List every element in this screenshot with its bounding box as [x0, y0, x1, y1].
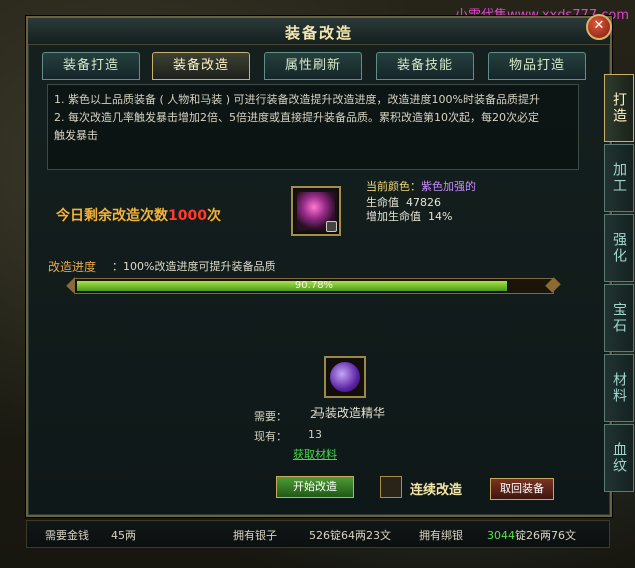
progress-text: 90.78% [294, 280, 334, 291]
lock-icon [326, 221, 337, 232]
info-line-2: 2. 每次改造几率触发暴击增加2倍、5倍进度或直接提升装备品质。累积改造第10次… [54, 111, 539, 124]
material-slot[interactable] [324, 356, 366, 398]
equipment-slot[interactable] [291, 186, 341, 236]
color-label: 当前颜色：紫色加强的 [366, 180, 476, 193]
gold-required-value: 45两 [111, 529, 136, 542]
hp-bonus-stat: 增加生命值 14% [366, 210, 453, 223]
info-line-1: 1. 紫色以上品质装备 ( 人物和马装 ) 可进行装备改造提升改造进度，改造进度… [54, 93, 541, 106]
window-title: 装备改造 [284, 24, 353, 42]
start-upgrade-button[interactable]: 开始改造 [276, 476, 354, 498]
retrieve-equipment-button[interactable]: 取回装备 [490, 478, 554, 500]
tab-attribute-refresh[interactable]: 属性刷新 [264, 52, 362, 80]
silver-value: 526锭64两23文 [309, 529, 391, 542]
continuous-upgrade-checkbox[interactable] [380, 476, 402, 498]
bound-silver-label: 拥有绑银 [419, 529, 463, 542]
progress-bar: 90.78% [74, 278, 554, 294]
tab-item-forge[interactable]: 物品打造 [488, 52, 586, 80]
info-line-3: 触发暴击 [54, 129, 98, 142]
side-tab-forge[interactable]: 打造 [604, 74, 634, 142]
currency-bar: 需要金钱 45两 拥有银子 526锭64两23文 拥有绑银 3044锭26两76… [26, 520, 610, 548]
continuous-upgrade-label: 连续改造 [410, 483, 463, 498]
tab-bar: 装备打造 装备改造 属性刷新 装备技能 物品打造 [42, 52, 596, 80]
remaining-upgrades: 今日剩余改造次数1000次 [56, 208, 221, 224]
silver-label: 拥有银子 [233, 529, 277, 542]
upgrade-essence-icon [330, 362, 360, 392]
bound-silver-value: 3044锭26两76文 [487, 529, 576, 542]
side-tab-enhance[interactable]: 强化 [604, 214, 634, 282]
progress-description: ：100%改造进度可提升装备品质 [112, 260, 276, 273]
gold-required-label: 需要金钱 [45, 529, 89, 542]
side-tab-blood-pattern[interactable]: 血纹 [604, 424, 634, 492]
need-label: 需要： [254, 410, 287, 423]
need-value: 2 [310, 408, 317, 421]
get-material-link[interactable]: 获取材料 [293, 446, 337, 462]
side-tab-gem[interactable]: 宝石 [604, 284, 634, 352]
progress-label: 改造进度 [48, 260, 97, 274]
have-label: 现有： [254, 430, 287, 443]
tab-equipment-upgrade[interactable]: 装备改造 [152, 52, 250, 80]
side-tab-material[interactable]: 材料 [604, 354, 634, 422]
tab-equipment-forge[interactable]: 装备打造 [42, 52, 140, 80]
close-button[interactable]: ✕ [586, 14, 612, 40]
have-value: 13 [308, 428, 322, 441]
side-tab-process[interactable]: 加工 [604, 144, 634, 212]
title-bar: 装备改造 [28, 18, 610, 45]
material-name: 马装改造精华 [312, 406, 385, 420]
tab-equipment-skill[interactable]: 装备技能 [376, 52, 474, 80]
info-box: 1. 紫色以上品质装备 ( 人物和马装 ) 可进行装备改造提升改造进度，改造进度… [47, 84, 579, 170]
